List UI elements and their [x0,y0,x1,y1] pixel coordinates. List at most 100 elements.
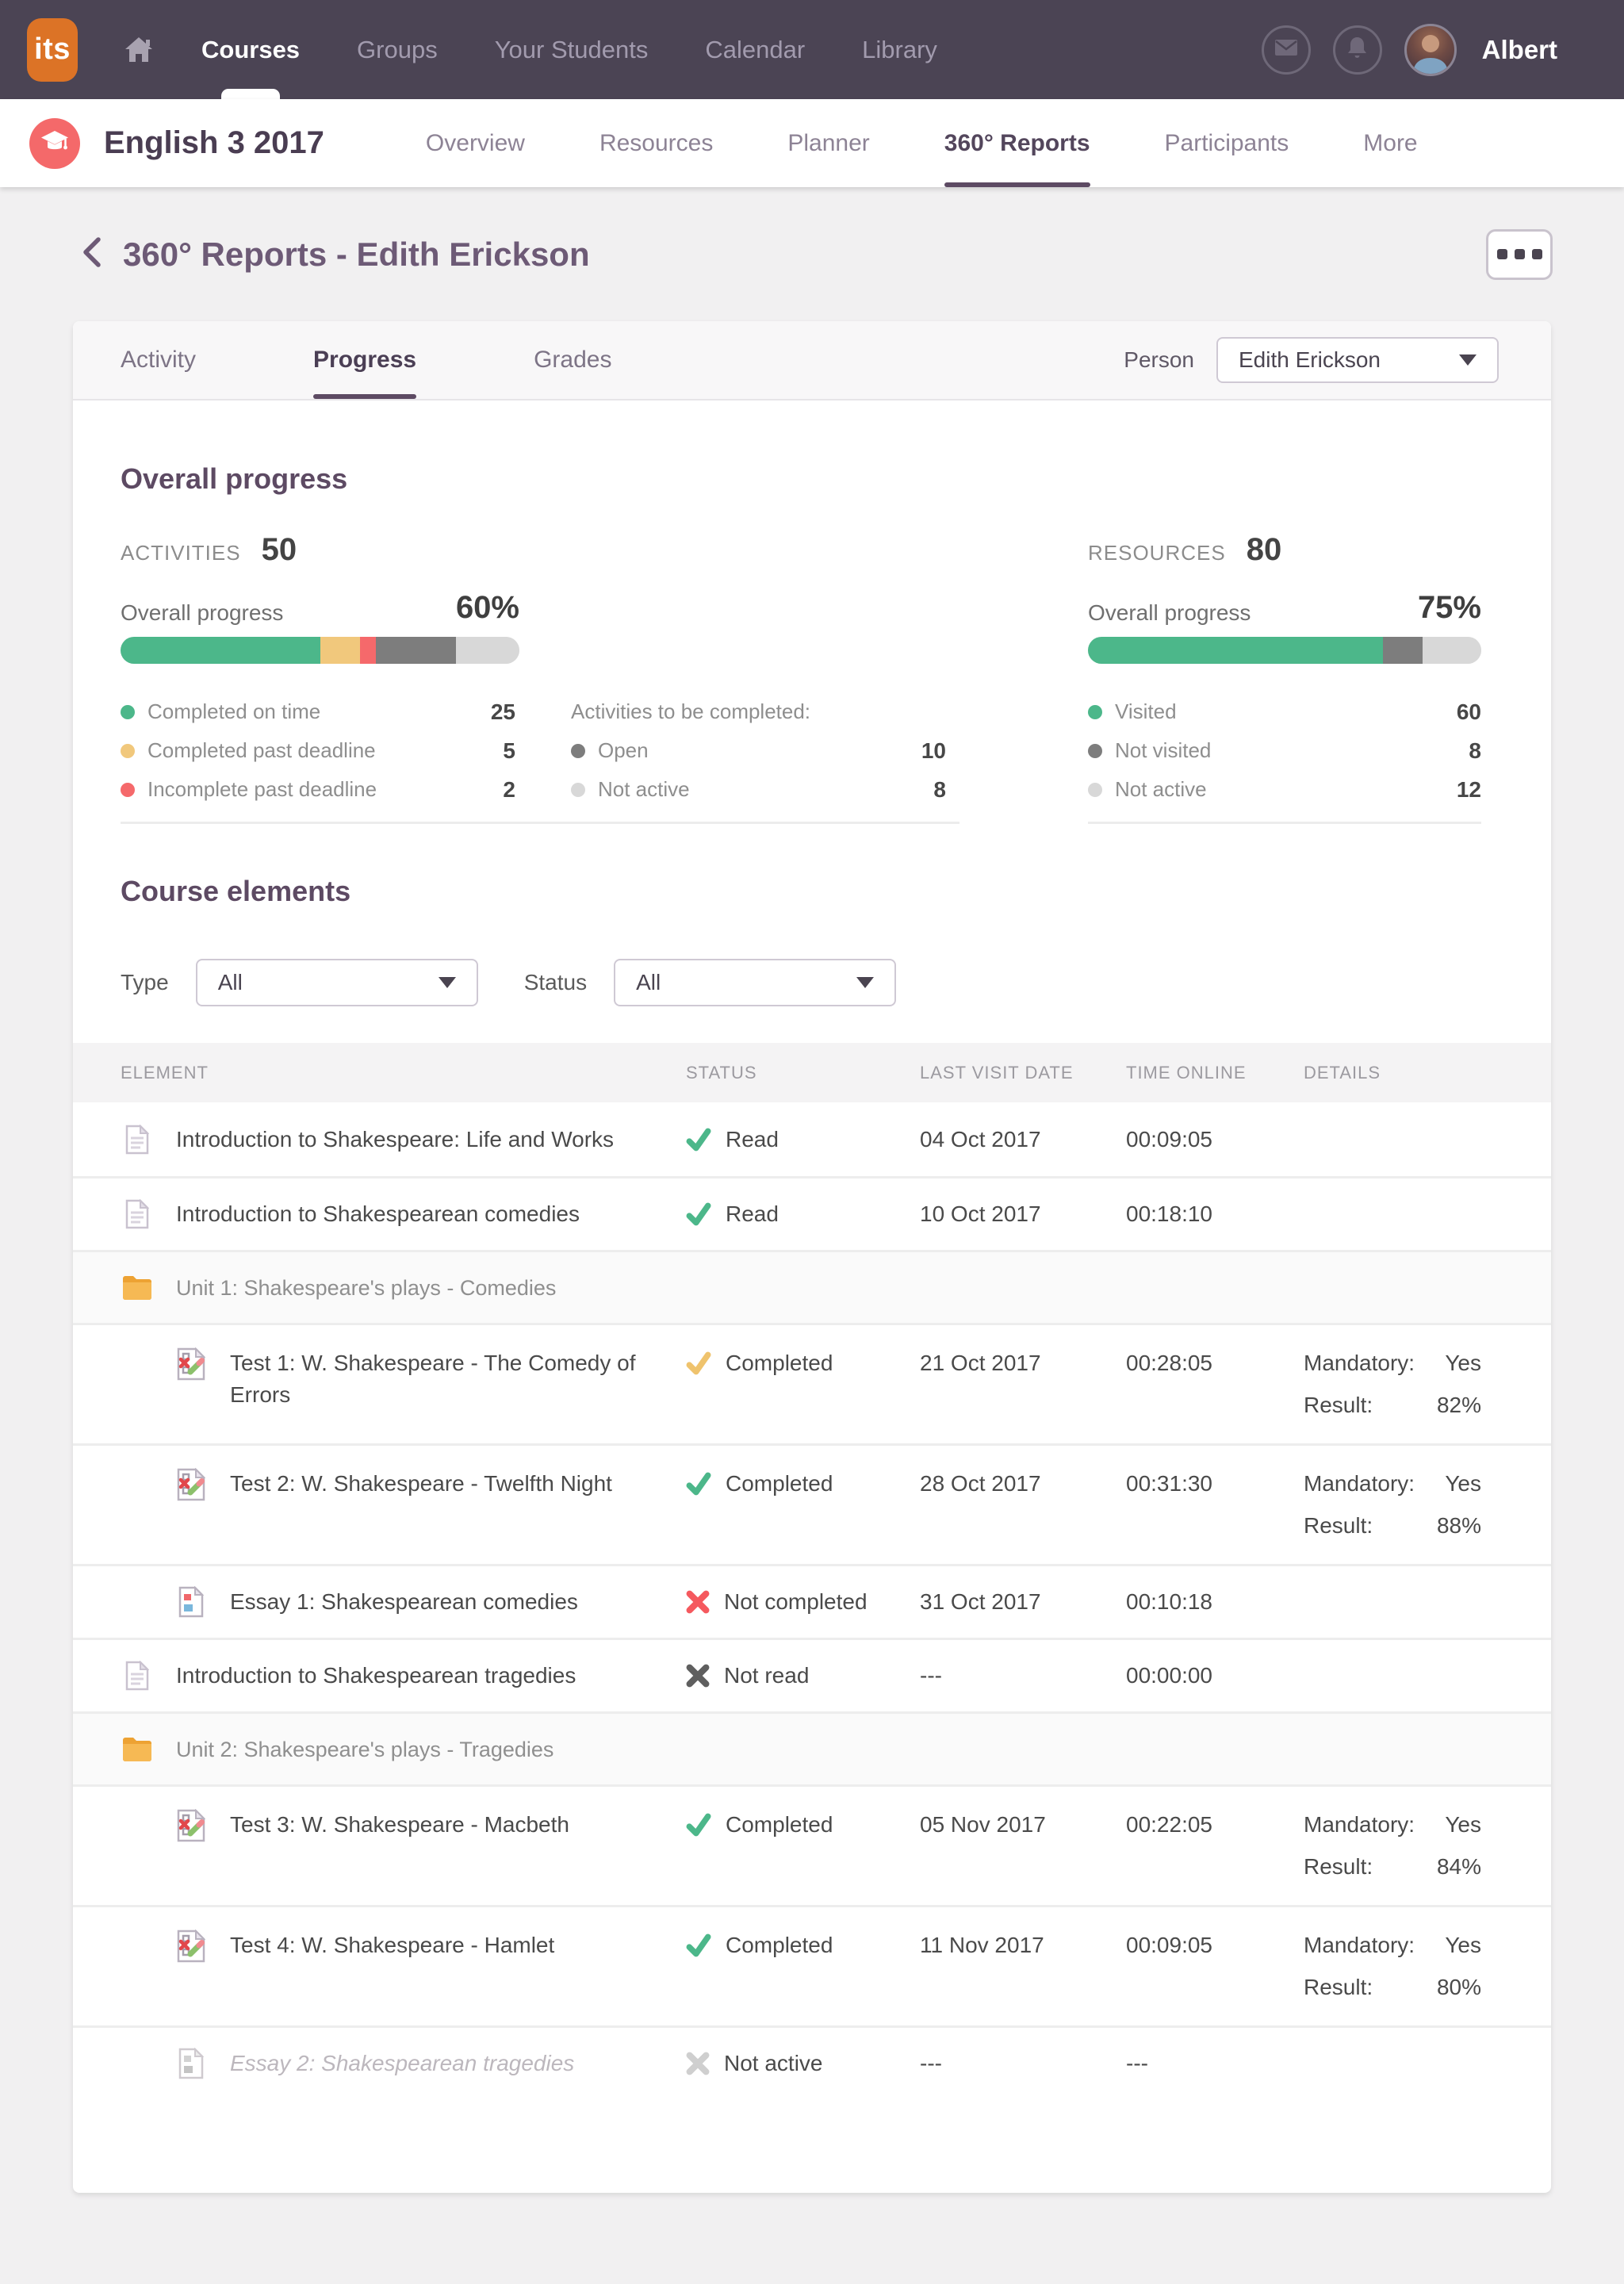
status-text: Completed [726,1812,833,1837]
bar-segment-not-visited [1383,637,1423,664]
legend-dot-red [121,782,135,797]
result-label: Result: [1304,1393,1373,1417]
table-row: Essay 2: Shakespearean tragedies Not act… [73,2025,1551,2099]
course-tab-overview[interactable]: Overview [426,99,525,187]
folder-name[interactable]: Unit 1: Shakespeare's plays - Comedies [176,1272,556,1304]
check-icon [686,1813,711,1837]
table-row: Test 2: W. Shakespeare - Twelfth Night C… [73,1443,1551,1564]
course-tab-360-reports[interactable]: 360° Reports [944,99,1090,187]
nav-item-calendar[interactable]: Calendar [705,0,805,99]
element-name[interactable]: Introduction to Shakespeare: Life and Wo… [176,1124,614,1155]
course-tab-label: Resources [599,129,714,156]
chevron-down-icon [1459,354,1477,366]
overall-progress-heading: Overall progress [121,462,348,495]
home-icon[interactable] [124,36,154,63]
result-value: 80% [1436,1975,1481,1999]
result-value: 84% [1436,1854,1481,1879]
back-button[interactable] [82,237,101,271]
person-dropdown[interactable]: Edith Erickson [1216,337,1499,383]
element-name[interactable]: Essay 1: Shakespearean comedies [230,1586,578,1618]
nav-item-your-students[interactable]: Your Students [495,0,649,99]
last-visit-date: 10 Oct 2017 [920,1201,1041,1226]
bar-segment-open [375,637,456,664]
time-online: 00:31:30 [1126,1471,1212,1496]
time-online: 00:22:05 [1126,1812,1212,1837]
check-icon [686,1202,711,1226]
element-name[interactable]: Test 4: W. Shakespeare - Hamlet [230,1930,554,1961]
legend-label: Visited [1115,699,1177,723]
course-title[interactable]: English 3 2017 [104,125,324,161]
person-selector: Person Edith Erickson [1124,337,1499,383]
nav-item-courses[interactable]: Courses [201,0,300,99]
nav-item-groups[interactable]: Groups [357,0,438,99]
activities-legend: Completed on time 25 Completed past dead… [121,692,515,809]
folder-icon [121,1274,154,1301]
check-icon [686,1351,711,1375]
legend-title-row: Activities to be completed: [571,692,946,731]
element-name[interactable]: Test 3: W. Shakespeare - Macbeth [230,1809,569,1841]
tab-progress[interactable]: Progress [313,321,417,399]
activities-progress-percent: 60% [455,590,519,625]
bar-segment-incomplete-past-deadline [359,637,376,664]
nav-item-library[interactable]: Library [862,0,937,99]
time-online: 00:00:00 [1126,1663,1212,1688]
folder-name[interactable]: Unit 2: Shakespeare's plays - Tragedies [176,1734,553,1765]
table-row: Introduction to Shakespeare: Life and Wo… [73,1102,1551,1176]
tab-grades[interactable]: Grades [534,321,611,399]
legend-label: Not active [1115,777,1207,801]
notifications-button[interactable] [1332,25,1382,75]
messages-button[interactable] [1261,25,1311,75]
resources-count: 80 [1246,532,1282,567]
test-icon [174,1809,208,1842]
tab-label: Progress [313,347,417,373]
element-name[interactable]: Test 2: W. Shakespeare - Twelfth Night [230,1468,612,1500]
course-tab-more[interactable]: More [1363,99,1417,187]
tab-activity[interactable]: Activity [121,321,196,399]
last-visit-date: --- [920,1663,942,1688]
table-row: Essay 1: Shakespearean comedies Not comp… [73,1564,1551,1638]
activities-column: ACTIVITIES 50 Overall progress 60% Compl… [121,532,959,824]
test-icon [174,1468,208,1501]
legend-title: Activities to be completed: [571,699,811,723]
divider [1088,822,1481,824]
element-name[interactable]: Introduction to Shakespearean tragedies [176,1660,576,1692]
table-row: Introduction to Shakespearean tragedies … [73,1638,1551,1711]
bell-icon [1346,36,1368,64]
user-name[interactable]: Albert [1482,35,1557,65]
report-tabbar: Activity Progress Grades Person Edith Er… [73,321,1551,400]
legend-value: 2 [503,776,515,802]
result-value: 88% [1436,1513,1481,1538]
course-tab-resources[interactable]: Resources [599,99,713,187]
document-icon [121,1124,154,1155]
ellipsis-icon [1514,249,1525,259]
legend-label: Open [598,738,649,762]
legend-value: 25 [490,699,515,724]
top-right-cluster: Albert [1261,23,1557,76]
user-avatar[interactable] [1404,23,1457,76]
status-filter-label: Status [523,970,588,994]
tab-label: Activity [121,347,197,373]
course-tab-planner[interactable]: Planner [787,99,869,187]
element-name[interactable]: Test 1: W. Shakespeare - The Comedy of E… [230,1347,674,1411]
status-filter-dropdown[interactable]: All [614,959,897,1006]
legend-value: 8 [933,776,946,802]
course-tab-label: More [1363,129,1418,156]
type-filter-dropdown[interactable]: All [195,959,478,1006]
result-label: Result: [1304,1975,1373,1999]
table-row: Test 3: W. Shakespeare - Macbeth Complet… [73,1784,1551,1905]
legend-dot-dark-gray [1088,743,1102,758]
itslearning-logo[interactable]: its [27,17,78,82]
course-tab-participants[interactable]: Participants [1165,99,1289,187]
more-options-button[interactable] [1486,228,1553,280]
element-name[interactable]: Essay 2: Shakespearean tragedies [230,2048,574,2079]
last-visit-date: 11 Nov 2017 [920,1933,1044,1957]
last-visit-date: 31 Oct 2017 [920,1589,1041,1614]
overall-progress-stats: ACTIVITIES 50 Overall progress 60% Compl… [121,532,1491,824]
legend-value: 5 [503,738,515,763]
nav-label: Library [862,35,937,63]
legend-dot-light-gray [1088,782,1102,797]
element-name[interactable]: Introduction to Shakespearean comedies [176,1198,580,1230]
graduation-cap-icon [39,126,71,160]
table-row: Test 1: W. Shakespeare - The Comedy of E… [73,1323,1551,1443]
mandatory-label: Mandatory: [1304,1933,1415,1957]
